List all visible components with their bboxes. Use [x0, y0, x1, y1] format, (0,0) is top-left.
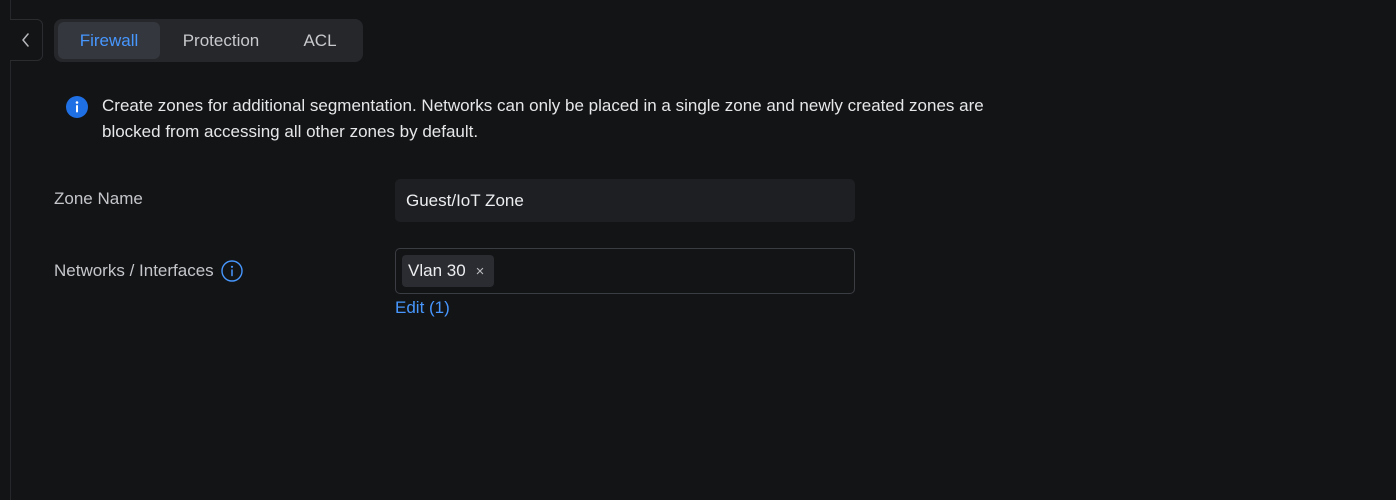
networks-interfaces-label: Networks / Interfaces	[54, 260, 243, 282]
info-outline-icon[interactable]	[220, 260, 243, 282]
info-icon	[66, 96, 88, 118]
zone-name-input[interactable]	[395, 179, 855, 222]
tab-bar: Firewall Protection ACL	[54, 19, 363, 62]
edit-networks-link[interactable]: Edit (1)	[395, 298, 450, 318]
network-chip-label: Vlan 30	[408, 261, 466, 280]
tab-acl[interactable]: ACL	[282, 22, 358, 59]
chevron-left-icon	[22, 33, 29, 47]
zone-editor-page: Firewall Protection ACL Create zones for…	[0, 0, 1396, 500]
networks-multiselect[interactable]: Vlan 30 ×	[395, 248, 855, 294]
tab-protection[interactable]: Protection	[160, 22, 282, 59]
info-banner-text: Create zones for additional segmentation…	[102, 96, 984, 141]
zone-name-label: Zone Name	[54, 189, 143, 208]
back-button[interactable]	[10, 19, 43, 61]
left-rail	[0, 0, 11, 500]
networks-interfaces-label-text: Networks / Interfaces	[54, 261, 214, 280]
chip-remove-icon[interactable]: ×	[476, 264, 485, 279]
network-chip: Vlan 30 ×	[402, 255, 495, 287]
tab-firewall[interactable]: Firewall	[58, 22, 160, 59]
